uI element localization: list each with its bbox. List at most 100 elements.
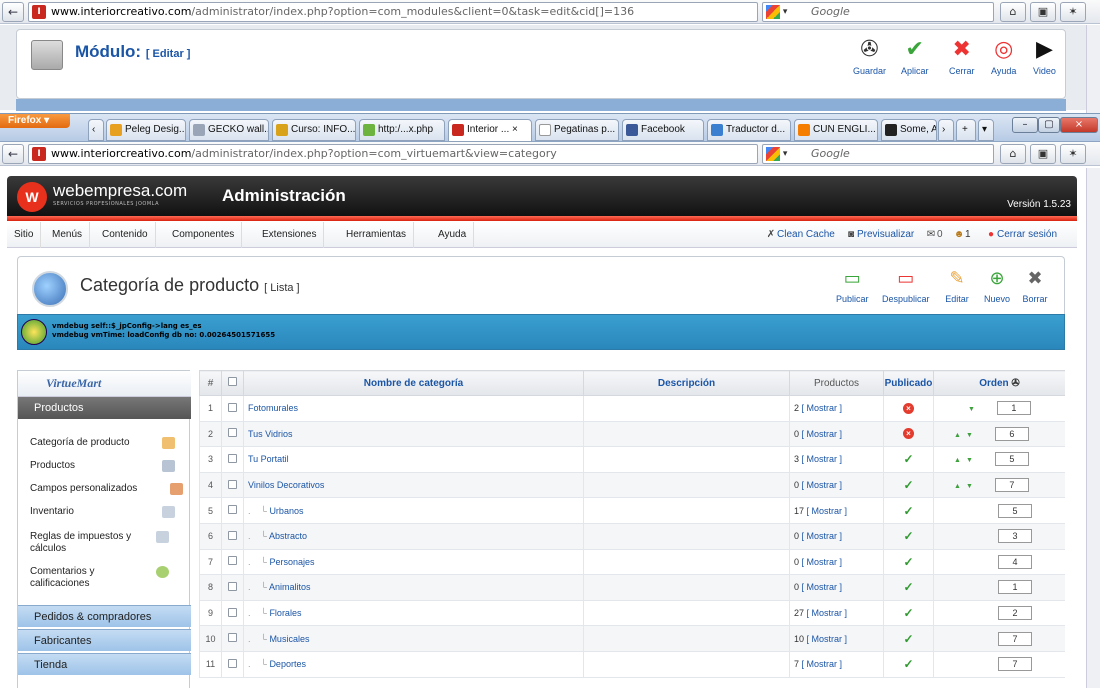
tab-9[interactable]: Some, A xyxy=(881,119,937,141)
move-up-icon[interactable]: ▲ xyxy=(954,483,961,490)
address-field[interactable]: I www.interiorcreativo.com/administrator… xyxy=(28,144,758,164)
row-checkbox[interactable] xyxy=(228,453,237,463)
tab-scroll-left[interactable]: ‹ xyxy=(88,119,104,141)
show-products-link[interactable]: [ Mostrar ] xyxy=(802,531,843,541)
tab-list-button[interactable]: ▾ xyxy=(978,119,994,141)
home-icon[interactable]: ⌂ xyxy=(1000,144,1026,164)
extension-icon[interactable]: ✶ xyxy=(1060,2,1086,22)
unpublish-button[interactable]: ▭ Despublicar xyxy=(882,265,930,304)
tab-6[interactable]: Facebook xyxy=(622,119,704,141)
menu-sitio[interactable]: Sitio xyxy=(7,222,42,248)
order-input[interactable]: 7 xyxy=(994,478,1029,493)
tab-1[interactable]: GECKO wall... xyxy=(189,119,269,141)
row-checkbox[interactable] xyxy=(228,581,237,591)
order-input[interactable]: 3 xyxy=(998,529,1032,544)
logout-link[interactable]: ● Cerrar sesión xyxy=(985,229,1057,240)
page-scrollbar[interactable] xyxy=(1086,168,1100,688)
sidebar-section-productos[interactable]: Productos xyxy=(18,397,191,419)
order-input[interactable]: 2 xyxy=(998,606,1032,621)
sidebar-item-inventario[interactable]: Inventario xyxy=(30,506,185,518)
category-link[interactable]: Musicales xyxy=(269,634,309,644)
show-products-link[interactable]: [ Mostrar ] xyxy=(807,634,848,644)
clean-cache-link[interactable]: ✗ Clean Cache xyxy=(765,229,835,240)
category-link[interactable]: Urbanos xyxy=(269,506,303,516)
minimize-button[interactable]: – xyxy=(1012,117,1038,133)
published-check-icon[interactable]: ✓ xyxy=(903,504,913,518)
save-order-icon[interactable]: ✇ xyxy=(1011,378,1019,389)
save-button[interactable]: ✇ Guardar xyxy=(853,34,886,76)
category-link[interactable]: Personajes xyxy=(269,557,314,567)
order-input[interactable]: 4 xyxy=(998,554,1032,569)
delete-button[interactable]: ✖ Borrar xyxy=(1022,265,1048,304)
apply-button[interactable]: ✔ Aplicar xyxy=(901,34,929,76)
background-address-field[interactable]: I www.interiorcreativo.com/administrator… xyxy=(28,2,758,22)
show-products-link[interactable]: [ Mostrar ] xyxy=(802,557,843,567)
category-link[interactable]: Florales xyxy=(269,608,301,618)
tab-active[interactable]: Interior ... × xyxy=(448,119,532,142)
row-checkbox[interactable] xyxy=(228,530,237,540)
published-check-icon[interactable]: ✓ xyxy=(903,632,913,646)
tab-5[interactable]: Pegatinas p... xyxy=(535,119,619,141)
row-checkbox[interactable] xyxy=(228,607,237,617)
tab-8[interactable]: CUN ENGLI... xyxy=(794,119,878,141)
sidebar-item-reglas[interactable]: Reglas de impuestos y cálculos xyxy=(30,531,150,555)
category-link[interactable]: Vinilos Decorativos xyxy=(248,480,324,490)
preview-link[interactable]: ◙ Previsualizar xyxy=(845,229,914,240)
tab-2[interactable]: Curso: INFO... xyxy=(272,119,356,141)
row-checkbox[interactable] xyxy=(228,428,237,438)
category-link[interactable]: Tus Vidrios xyxy=(248,429,293,439)
close-window-button[interactable]: × xyxy=(1060,117,1098,133)
show-products-link[interactable]: [ Mostrar ] xyxy=(802,659,843,669)
order-input[interactable]: 5 xyxy=(994,452,1029,467)
col-published[interactable]: Publicado xyxy=(883,370,934,396)
move-down-icon[interactable]: ▼ xyxy=(968,406,975,413)
menu-componentes[interactable]: Componentes xyxy=(165,222,243,248)
publish-button[interactable]: ▭ Publicar xyxy=(836,265,869,304)
tab-0[interactable]: Peleg Desig... xyxy=(106,119,186,141)
published-check-icon[interactable]: ✓ xyxy=(903,478,913,492)
show-products-link[interactable]: [ Mostrar ] xyxy=(802,480,843,490)
video-button[interactable]: ▶ Video xyxy=(1033,34,1056,76)
move-down-icon[interactable]: ▼ xyxy=(966,457,973,464)
show-products-link[interactable]: [ Mostrar ] xyxy=(802,403,843,413)
published-check-icon[interactable]: ✓ xyxy=(903,606,913,620)
back-arrow-icon[interactable]: ← xyxy=(2,2,24,22)
search-field[interactable]: ▾ Google xyxy=(762,144,994,164)
category-link[interactable]: Animalitos xyxy=(269,582,311,592)
close-button[interactable]: ✖ Cerrar xyxy=(949,34,975,76)
order-input[interactable]: 7 xyxy=(998,657,1032,672)
show-products-link[interactable]: [ Mostrar ] xyxy=(802,454,843,464)
tab-3[interactable]: http:/...x.php xyxy=(359,119,445,141)
category-link[interactable]: Abstracto xyxy=(269,531,307,541)
show-products-link[interactable]: [ Mostrar ] xyxy=(807,608,848,618)
extension-icon[interactable]: ✶ xyxy=(1060,144,1086,164)
sidebar-item-comentarios[interactable]: Comentarios y calificaciones xyxy=(30,566,140,590)
menu-menus[interactable]: Menús xyxy=(45,222,91,248)
col-name[interactable]: Nombre de categoría xyxy=(243,370,584,396)
addon-icon[interactable]: ▣ xyxy=(1030,2,1056,22)
published-check-icon[interactable]: ✓ xyxy=(903,529,913,543)
sidebar-section-pedidos[interactable]: Pedidos & compradores xyxy=(18,605,191,627)
sidebar-item-productos[interactable]: Productos xyxy=(30,460,185,472)
users-count[interactable]: ☻1 xyxy=(953,229,971,240)
order-input[interactable]: 1 xyxy=(996,401,1031,416)
category-link[interactable]: Tu Portatil xyxy=(248,454,289,464)
order-input[interactable]: 6 xyxy=(994,426,1029,441)
tab-close-icon[interactable]: × xyxy=(512,124,518,135)
row-checkbox[interactable] xyxy=(228,479,237,489)
new-tab-button[interactable]: + xyxy=(956,119,976,141)
col-description[interactable]: Descripción xyxy=(583,370,790,396)
menu-extensiones[interactable]: Extensiones xyxy=(255,222,325,248)
tab-7[interactable]: Traductor d... xyxy=(707,119,791,141)
published-check-icon[interactable]: ✓ xyxy=(903,555,913,569)
search-engine-selector[interactable]: ▾ xyxy=(766,5,806,19)
order-input[interactable]: 5 xyxy=(998,503,1032,518)
row-checkbox[interactable] xyxy=(228,505,237,515)
published-check-icon[interactable]: ✓ xyxy=(903,657,913,671)
show-products-link[interactable]: [ Mostrar ] xyxy=(802,429,843,439)
sidebar-section-fabricantes[interactable]: Fabricantes xyxy=(18,629,191,651)
order-input[interactable]: 7 xyxy=(998,631,1032,646)
menu-contenido[interactable]: Contenido xyxy=(95,222,156,248)
background-search-field[interactable]: ▾ Google xyxy=(762,2,994,22)
select-all-checkbox[interactable] xyxy=(228,377,237,386)
